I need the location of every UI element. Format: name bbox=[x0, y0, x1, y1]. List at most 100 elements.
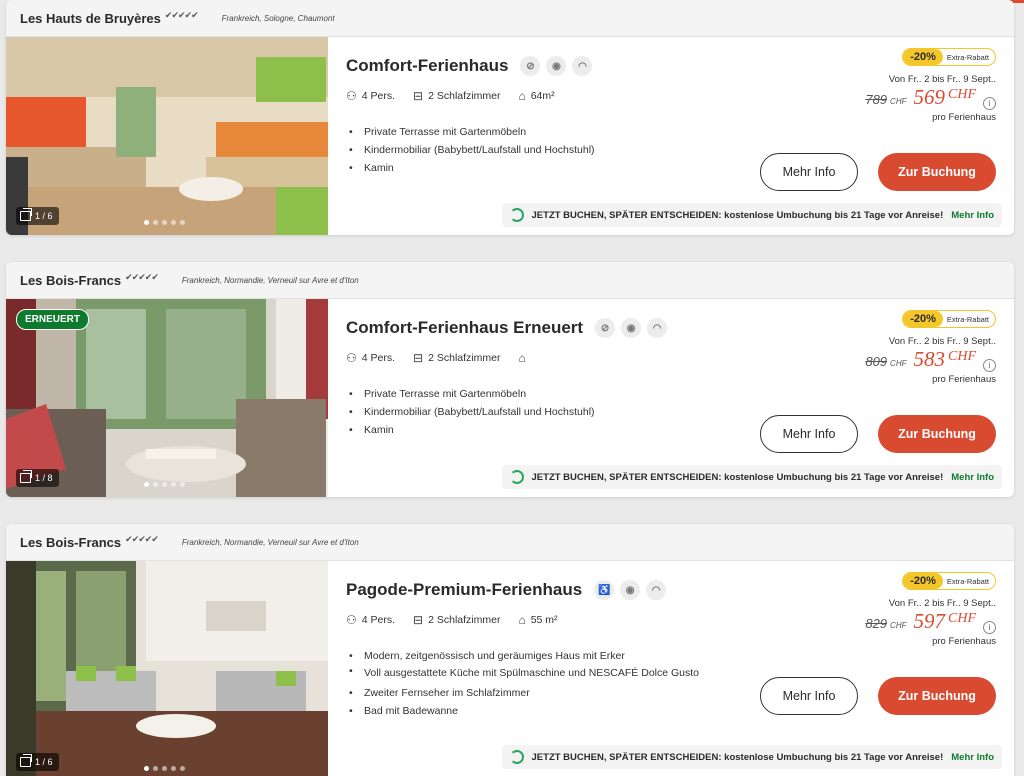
travel-dates: Von Fr.. 2 bis Fr.. 9 Sept.. bbox=[888, 74, 996, 85]
house-title-text[interactable]: Comfort-Ferienhaus bbox=[346, 56, 508, 76]
carousel-dot[interactable] bbox=[162, 766, 167, 771]
list-item: Zweiter Fernseher im Schlafzimmer bbox=[346, 684, 736, 702]
discount-label: Extra-Rabatt bbox=[946, 314, 989, 324]
rebook-text: JETZT BUCHEN, SPÄTER ENTSCHEIDEN: kosten… bbox=[531, 471, 944, 483]
persons-icon: ⚇ bbox=[346, 89, 357, 103]
pet-icon: ◉ bbox=[546, 56, 567, 76]
carousel-dots[interactable] bbox=[144, 482, 185, 487]
price-box: -20% Extra-Rabatt Von Fr.. 2 bis Fr.. 9 … bbox=[796, 571, 996, 647]
carousel-dot[interactable] bbox=[144, 220, 149, 225]
house-title[interactable]: Comfort-Ferienhaus ⊘ ◉ ◠ bbox=[346, 56, 593, 76]
list-item: Kamin bbox=[346, 421, 726, 439]
book-button[interactable]: Zur Buchung bbox=[878, 677, 996, 715]
rating-stars-icon: ✔✔✔✔✔ bbox=[164, 9, 199, 20]
carousel-dot[interactable] bbox=[144, 766, 149, 771]
info-icon[interactable]: i bbox=[983, 97, 996, 110]
house-photo[interactable]: 1 / 6 bbox=[6, 37, 328, 235]
photo-counter[interactable]: 1 / 6 bbox=[16, 753, 59, 771]
refresh-icon bbox=[509, 208, 524, 222]
renewed-badge: ERNEUERT bbox=[16, 309, 90, 330]
park-name[interactable]: Les Bois-Francs bbox=[20, 535, 121, 550]
carousel-dot[interactable] bbox=[153, 482, 158, 487]
bedrooms-value: 2 Schlafzimmer bbox=[428, 90, 501, 102]
house-title[interactable]: Pagode-Premium-Ferienhaus ♿ ◉ ◠ bbox=[346, 580, 667, 600]
old-price-currency: CHF bbox=[890, 359, 907, 368]
rebook-banner: JETZT BUCHEN, SPÄTER ENTSCHEIDEN: kosten… bbox=[501, 465, 1002, 489]
list-item: Kindermobiliar (Babybett/Laufstall und H… bbox=[346, 403, 726, 421]
discount-percent: -20% bbox=[903, 573, 943, 589]
carousel-dots[interactable] bbox=[144, 766, 185, 771]
carousel-dot[interactable] bbox=[171, 766, 176, 771]
carousel-dot[interactable] bbox=[171, 220, 176, 225]
persons-value: 4 Pers. bbox=[361, 614, 396, 626]
photo-counter-label: 1 / 8 bbox=[35, 473, 53, 483]
listing-card: Les Bois-Francs ✔✔✔✔✔ Frankreich, Norman… bbox=[6, 524, 1014, 776]
discount-percent: -20% bbox=[903, 49, 943, 65]
carousel-dot[interactable] bbox=[162, 482, 167, 487]
more-info-button[interactable]: Mehr Info bbox=[760, 153, 858, 191]
carousel-dot[interactable] bbox=[171, 482, 176, 487]
gallery-icon bbox=[20, 208, 32, 221]
book-button[interactable]: Zur Buchung bbox=[878, 153, 996, 191]
wifi-icon: ◠ bbox=[572, 56, 593, 76]
photo-counter[interactable]: 1 / 8 bbox=[16, 469, 59, 487]
carousel-dot[interactable] bbox=[180, 482, 185, 487]
house-icon: ⌂ bbox=[518, 89, 526, 103]
carousel-dot[interactable] bbox=[144, 482, 149, 487]
rebook-more-info-link[interactable]: Mehr Info bbox=[951, 210, 994, 221]
list-item: Kindermobiliar (Babybett/Laufstall und H… bbox=[346, 141, 726, 159]
carousel-dot[interactable] bbox=[162, 220, 167, 225]
house-specs: ⚇ 4 Pers. ⊟ 2 Schlafzimmer ⌂ bbox=[346, 351, 531, 365]
more-info-button[interactable]: Mehr Info bbox=[760, 677, 858, 715]
old-price: 829 bbox=[865, 616, 888, 631]
list-item: Voll ausgestattete Küche mit Spülmaschin… bbox=[346, 665, 736, 680]
refresh-icon bbox=[509, 470, 524, 484]
card-header: Les Hauts de Bruyères ✔✔✔✔✔ Frankreich, … bbox=[6, 0, 1014, 37]
info-icon[interactable]: i bbox=[983, 359, 996, 372]
house-title[interactable]: Comfort-Ferienhaus Erneuert ⊘ ◉ ◠ bbox=[346, 318, 668, 338]
photo-counter-label: 1 / 6 bbox=[35, 757, 53, 767]
rebook-more-info-link[interactable]: Mehr Info bbox=[951, 472, 994, 483]
rebook-more-info-link[interactable]: Mehr Info bbox=[951, 752, 994, 763]
house-photo[interactable]: ERNEUERT 1 / 8 bbox=[6, 299, 328, 497]
list-item: Private Terrasse mit Gartenmöbeln bbox=[346, 385, 726, 403]
new-price: 597 bbox=[913, 609, 946, 633]
wifi-icon: ◠ bbox=[646, 580, 667, 600]
house-specs: ⚇ 4 Pers. ⊟ 2 Schlafzimmer ⌂ 55 m² bbox=[346, 613, 558, 627]
house-title-text[interactable]: Comfort-Ferienhaus Erneuert bbox=[346, 318, 583, 338]
old-price: 809 bbox=[865, 354, 888, 369]
house-icon: ⌂ bbox=[518, 351, 526, 365]
price-unit: pro Ferienhaus bbox=[932, 112, 996, 123]
pet-icon: ◉ bbox=[621, 318, 642, 338]
photo-counter[interactable]: 1 / 6 bbox=[16, 207, 59, 225]
carousel-dot[interactable] bbox=[180, 220, 185, 225]
more-info-button[interactable]: Mehr Info bbox=[760, 415, 858, 453]
persons-icon: ⚇ bbox=[346, 613, 357, 627]
house-title-text[interactable]: Pagode-Premium-Ferienhaus bbox=[346, 580, 582, 600]
discount-badge: -20% Extra-Rabatt bbox=[902, 572, 996, 590]
persons-icon: ⚇ bbox=[346, 351, 357, 365]
discount-percent: -20% bbox=[903, 311, 943, 327]
carousel-dot[interactable] bbox=[180, 766, 185, 771]
carousel-dots[interactable] bbox=[144, 220, 185, 225]
bedrooms-value: 2 Schlafzimmer bbox=[428, 352, 501, 364]
park-location: Frankreich, Normandie, Verneuil sur Avre… bbox=[181, 275, 359, 285]
park-name[interactable]: Les Bois-Francs bbox=[20, 273, 121, 288]
park-name[interactable]: Les Hauts de Bruyères bbox=[20, 11, 161, 26]
area-value: 64m² bbox=[530, 90, 555, 102]
house-photo[interactable]: 1 / 6 bbox=[6, 561, 328, 776]
carousel-dot[interactable] bbox=[153, 220, 158, 225]
bed-icon: ⊟ bbox=[413, 613, 424, 627]
gallery-icon bbox=[20, 470, 32, 483]
house-icon: ⌂ bbox=[518, 613, 526, 627]
old-price-currency: CHF bbox=[890, 97, 907, 106]
carousel-dot[interactable] bbox=[153, 766, 158, 771]
list-item: Kamin bbox=[346, 159, 726, 177]
info-icon[interactable]: i bbox=[983, 621, 996, 634]
book-button[interactable]: Zur Buchung bbox=[878, 415, 996, 453]
price-box: -20% Extra-Rabatt Von Fr.. 2 bis Fr.. 9 … bbox=[796, 309, 996, 385]
travel-dates: Von Fr.. 2 bis Fr.. 9 Sept.. bbox=[888, 598, 996, 609]
park-location: Frankreich, Normandie, Verneuil sur Avre… bbox=[181, 537, 359, 547]
house-specs: ⚇ 4 Pers. ⊟ 2 Schlafzimmer ⌂ 64m² bbox=[346, 89, 555, 103]
gallery-icon bbox=[20, 754, 32, 767]
